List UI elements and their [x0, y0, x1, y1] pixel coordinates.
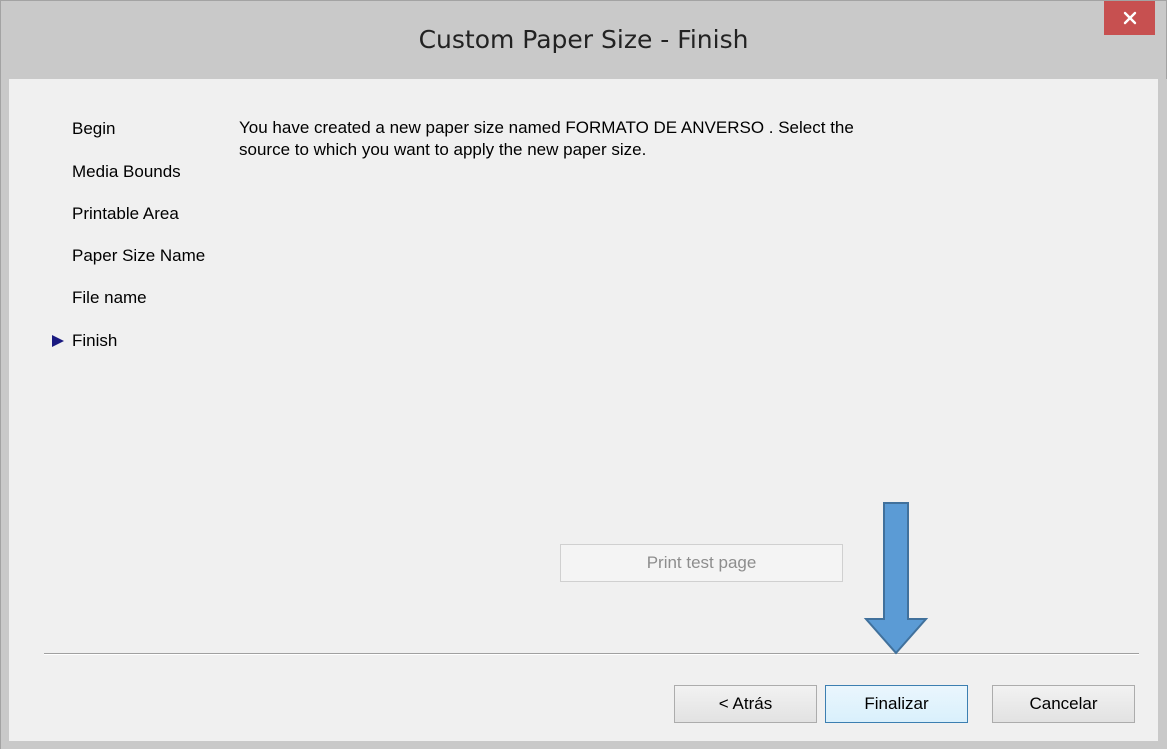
window-title: Custom Paper Size - Finish — [418, 25, 749, 54]
down-arrow-annotation — [863, 502, 929, 655]
step-finish: Finish — [72, 331, 118, 350]
close-icon — [1123, 11, 1136, 25]
finish-description: You have created a new paper size named … — [239, 118, 854, 159]
step-pointer-icon — [52, 335, 64, 347]
window-frame-left — [1, 79, 9, 749]
step-paper-size-name: Paper Size Name — [72, 246, 206, 265]
title-bar[interactable]: Custom Paper Size - Finish — [1, 1, 1166, 79]
step-printable-area: Printable Area — [72, 204, 179, 223]
step-media-bounds: Media Bounds — [72, 162, 181, 181]
window-frame-right — [1158, 79, 1167, 749]
print-test-page-button[interactable]: Print test page — [560, 544, 843, 582]
step-begin: Begin — [72, 119, 116, 138]
cancel-button[interactable]: Cancelar — [992, 685, 1135, 723]
finish-button[interactable]: Finalizar — [825, 685, 968, 723]
close-button[interactable] — [1104, 1, 1155, 35]
window-frame-bottom — [1, 741, 1167, 749]
back-button[interactable]: < Atrás — [674, 685, 817, 723]
step-file-name: File name — [72, 288, 147, 307]
footer-divider — [44, 653, 1139, 655]
custom-paper-size-dialog: Custom Paper Size - Finish Begin Media B… — [0, 0, 1167, 749]
dialog-content: Begin Media Bounds Printable Area Paper … — [9, 79, 1157, 741]
